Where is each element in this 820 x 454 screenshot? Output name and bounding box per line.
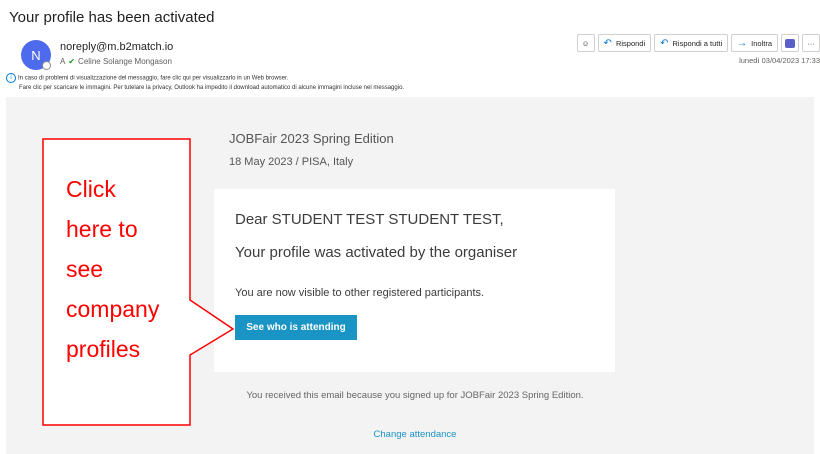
info-line-images[interactable]: Fare clic per scaricare le immagini. Per… bbox=[6, 84, 404, 93]
more-label: ··· bbox=[807, 38, 815, 48]
check-circle-icon: ✔ bbox=[68, 57, 76, 66]
event-title: JOBFair 2023 Spring Edition bbox=[229, 131, 394, 146]
teams-icon bbox=[785, 38, 795, 48]
avatar-initial: N bbox=[31, 47, 41, 63]
reply-icon: ↶ bbox=[603, 37, 612, 49]
info-icon: i bbox=[6, 73, 16, 83]
forward-label: Inoltra bbox=[751, 38, 772, 48]
sender-address[interactable]: noreply@m.b2match.io bbox=[60, 41, 173, 53]
callout-line: here to bbox=[66, 216, 138, 242]
event-date: 18 May 2023 / PISA, Italy bbox=[229, 156, 354, 168]
recipient-row: A ✔ Celine Solange Mongason bbox=[60, 57, 172, 66]
greeting: Dear STUDENT TEST STUDENT TEST, bbox=[235, 211, 504, 228]
emoji-button[interactable]: ☺ bbox=[576, 34, 595, 52]
smiley-icon: ☺ bbox=[581, 38, 590, 48]
info-line-browser[interactable]: In caso di problemi di visualizzazione d… bbox=[18, 76, 288, 82]
more-actions-button[interactable]: ··· bbox=[802, 34, 820, 52]
callout-line: company bbox=[66, 296, 160, 322]
info-bar: i In caso di problemi di visualizzazione … bbox=[6, 73, 404, 93]
presence-icon bbox=[42, 61, 51, 70]
reply-label: Rispondi bbox=[615, 38, 646, 48]
reply-all-icon: ↶ bbox=[660, 37, 669, 49]
callout-line: profiles bbox=[66, 336, 141, 362]
message-toolbar: ☺ ↶ Rispondi ↶ Rispondi a tutti → Inoltra ·… bbox=[576, 34, 820, 52]
footer-note: You received this email because you sign… bbox=[246, 390, 584, 401]
reply-all-label: Rispondi a tutti bbox=[672, 38, 723, 48]
visibility-message: You are now visible to other registered … bbox=[235, 287, 485, 299]
recipient-name[interactable]: Celine Solange Mongason bbox=[78, 57, 172, 66]
see-who-is-attending-button[interactable]: See who is attending bbox=[235, 315, 357, 340]
callout-text: Click here to see company profiles bbox=[66, 169, 159, 369]
reply-all-button[interactable]: ↶ Rispondi a tutti bbox=[654, 34, 729, 52]
change-attendance-link[interactable]: Change attendance bbox=[340, 429, 490, 440]
email-subject: Your profile has been activated bbox=[9, 9, 215, 26]
callout-line: Click bbox=[66, 176, 116, 202]
forward-icon: → bbox=[737, 37, 748, 49]
teams-button[interactable] bbox=[781, 34, 799, 52]
forward-button[interactable]: → Inoltra bbox=[731, 34, 778, 52]
callout-line: see bbox=[66, 256, 104, 282]
activation-message: Your profile was activated by the organi… bbox=[235, 244, 518, 261]
to-prefix: A bbox=[60, 57, 66, 66]
reply-button[interactable]: ↶ Rispondi bbox=[597, 34, 652, 52]
sent-date: lunedì 03/04/2023 17:33 bbox=[739, 56, 820, 65]
